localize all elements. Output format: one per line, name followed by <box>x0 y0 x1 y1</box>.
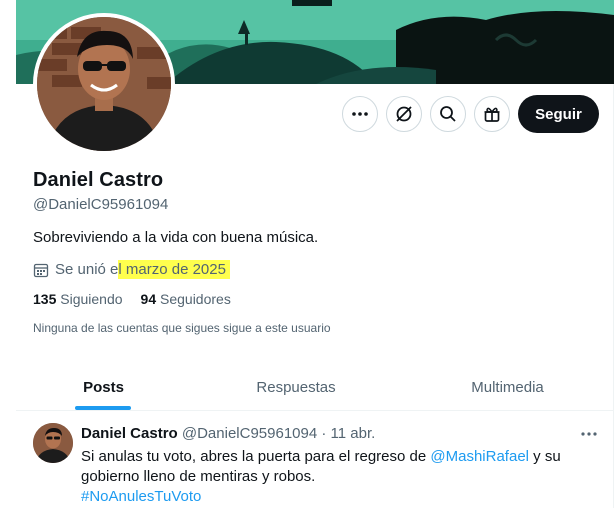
following-label: Siguiendo <box>60 291 123 307</box>
tweet-more-button[interactable] <box>578 425 600 443</box>
page-gutter <box>0 0 16 508</box>
tweet-text: Si anulas tu voto, abres la puerta para … <box>81 447 601 507</box>
tweet-date[interactable]: 11 abr. <box>331 425 376 442</box>
grok-icon <box>396 106 412 122</box>
profile-handle: @DanielC95961094 <box>33 196 169 213</box>
tweet-mention-link[interactable]: @MashiRafael <box>430 448 529 465</box>
grok-button[interactable] <box>386 96 422 132</box>
tab-posts[interactable]: Posts <box>16 363 191 411</box>
tweet-separator: · <box>321 425 327 442</box>
mutuals-notice: Ninguna de las cuentas que sigues sigue … <box>33 321 331 335</box>
tweet-author-name[interactable]: Daniel Castro <box>81 425 178 442</box>
more-icon <box>352 112 368 116</box>
gift-icon <box>484 107 500 122</box>
join-date: Se unió el marzo de 2025 <box>33 260 230 279</box>
tab-media[interactable]: Multimedia <box>401 363 614 411</box>
followers-count: 94 <box>140 291 157 307</box>
tweet-header: Daniel Castro @DanielC95961094 · 11 abr. <box>81 425 375 442</box>
gift-button[interactable] <box>474 96 510 132</box>
following-count: 135 <box>33 291 57 307</box>
follow-stats: 135 Siguiendo 94 Seguidores <box>33 291 231 307</box>
tweet-author-avatar[interactable] <box>33 423 73 463</box>
profile-bio: Sobreviviendo a la vida con buena música… <box>33 229 319 246</box>
tabs-divider <box>16 410 614 411</box>
profile-avatar[interactable] <box>33 13 175 155</box>
tab-replies[interactable]: Respuestas <box>191 363 401 411</box>
tweet-text-part1: Si anulas tu voto, abres la puerta para … <box>81 448 431 465</box>
profile-name: Daniel Castro <box>33 169 164 191</box>
tweet-author-handle[interactable]: @DanielC95961094 <box>182 425 317 442</box>
following-link[interactable]: 135 Siguiendo <box>33 291 123 307</box>
more-icon <box>581 432 597 436</box>
calendar-icon <box>33 263 49 277</box>
follow-button[interactable]: Seguir <box>518 95 599 133</box>
search-profile-button[interactable] <box>430 96 466 132</box>
more-options-button[interactable] <box>342 96 378 132</box>
search-icon <box>440 106 456 122</box>
join-date-prefix: Se unió e <box>55 261 119 278</box>
tweet-hashtag-link[interactable]: #NoAnulesTuVoto <box>81 488 201 505</box>
followers-label: Seguidores <box>160 291 231 307</box>
join-date-highlight: l marzo de 2025 <box>118 260 230 279</box>
followers-link[interactable]: 94 Seguidores <box>141 291 231 307</box>
